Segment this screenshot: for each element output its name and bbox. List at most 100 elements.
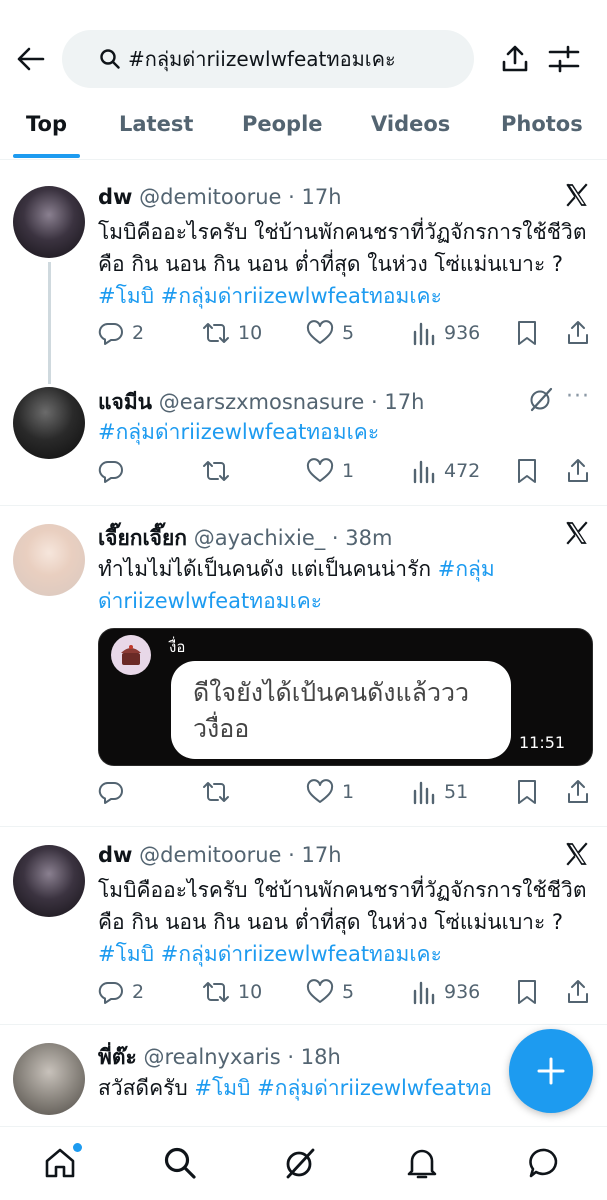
media-timestamp: 11:51 [519, 733, 566, 752]
share-post-button[interactable] [566, 318, 598, 348]
post-time: 17h [384, 390, 425, 414]
hashtag-link[interactable]: #กลุ่มด่าriizewlwfeatทอมเคะ [161, 284, 442, 308]
bookmark-icon [518, 980, 536, 1004]
post-time: 17h [301, 843, 342, 867]
post-body: สวัสดีครับ [98, 1076, 188, 1100]
post-header: dw @demitoorue · 17h [98, 843, 342, 867]
hashtag-link[interactable]: #กลุ่มด่าriizewlwfeatทอ [257, 1076, 492, 1100]
hashtag-link[interactable]: #กลุ่มด่าriizewlwfeatทอมเคะ [161, 942, 442, 966]
hashtag-link[interactable]: #โมบิ [194, 1076, 250, 1100]
tab-top[interactable]: Top [26, 112, 67, 136]
views-button[interactable]: 472 [412, 456, 480, 486]
reply-button[interactable] [98, 777, 132, 807]
repost-button[interactable] [202, 777, 238, 807]
compose-post-button[interactable] [509, 1029, 593, 1113]
x-logo-icon [566, 183, 588, 207]
views-button[interactable]: 936 [412, 977, 480, 1007]
tab-people[interactable]: People [242, 112, 323, 136]
share-post-button[interactable] [566, 977, 598, 1007]
avatar[interactable] [13, 1043, 85, 1115]
nav-search[interactable] [162, 1145, 198, 1181]
share-icon[interactable] [498, 42, 532, 76]
post[interactable]: dw @demitoorue · 17h โมบิคืออะไรครับ ใช่… [0, 168, 607, 384]
share-icon [568, 980, 588, 1003]
post-header: เจี๊ยกเจี๊ยก @ayachixie_ · 38m [98, 526, 393, 550]
repost-button[interactable]: 10 [202, 977, 262, 1007]
nav-messages[interactable] [527, 1145, 563, 1181]
reply-icon [98, 781, 123, 804]
nav-home[interactable] [42, 1143, 82, 1181]
hashtag-link[interactable]: #โมบิ [98, 942, 154, 966]
media-image[interactable]: งื่อ ดีใจยังได้เป้นคนดังแล้ววววงื่ออ 11:… [98, 628, 593, 766]
bookmark-button[interactable] [516, 977, 546, 1007]
like-button[interactable]: 5 [306, 318, 354, 348]
tab-photos[interactable]: Photos [501, 112, 583, 136]
post[interactable]: dw @demitoorue · 17h โมบิคืออะไรครับ ใช่… [0, 827, 607, 1023]
post-text: ทำไมไม่ได้เป็นคนดัง แต่เป็นคนน่ารัก #กลุ… [98, 553, 593, 617]
reply-button[interactable]: 2 [98, 318, 144, 348]
like-count: 5 [342, 322, 355, 344]
repost-count: 10 [238, 322, 263, 344]
avatar[interactable] [13, 186, 85, 258]
user-handle[interactable]: @earszxmosnasure [159, 390, 365, 414]
avatar[interactable] [13, 845, 85, 917]
grok-icon[interactable] [528, 386, 554, 412]
post-actions: 1 472 [98, 456, 593, 486]
reply-count: 2 [132, 322, 145, 344]
search-input[interactable]: #กลุ่มด่าriizewlwfeatทอมเคะ [62, 30, 474, 88]
user-handle[interactable]: @demitoorue [139, 843, 281, 867]
bookmark-icon [518, 459, 536, 483]
bookmark-button[interactable] [516, 456, 546, 486]
bookmark-button[interactable] [516, 777, 546, 807]
share-post-button[interactable] [566, 456, 598, 486]
hashtag-link[interactable]: #โมบิ [98, 284, 154, 308]
tab-videos[interactable]: Videos [371, 112, 450, 136]
tab-latest[interactable]: Latest [119, 112, 193, 136]
view-count: 472 [444, 460, 481, 482]
nav-grok[interactable] [282, 1145, 318, 1181]
view-count: 51 [444, 781, 469, 803]
post[interactable]: เจี๊ยกเจี๊ยก @ayachixie_ · 38m ทำไมไม่ได… [0, 506, 607, 826]
avatar[interactable] [13, 387, 85, 459]
bookmark-icon [518, 321, 536, 345]
display-name[interactable]: เจี๊ยกเจี๊ยก [98, 526, 187, 550]
x-logo-icon [566, 521, 588, 545]
repost-button[interactable] [202, 456, 238, 486]
reply-icon [98, 322, 123, 345]
hashtag-link[interactable]: #กลุ่ม [438, 557, 495, 581]
hashtag-link[interactable]: ด่าriizewlwfeatทอมเคะ [98, 589, 322, 613]
nav-notifications[interactable] [404, 1145, 440, 1181]
post[interactable]: แจมีน @earszxmosnasure · 17h ··· #กลุ่มด… [0, 370, 607, 504]
repost-icon [203, 982, 229, 1002]
user-handle[interactable]: @ayachixie_ [194, 526, 326, 550]
x-logo-icon [566, 842, 588, 866]
post-time: 17h [301, 185, 342, 209]
hashtag-link[interactable]: #กลุ่มด่าriizewlwfeatทอมเคะ [98, 420, 379, 444]
views-chart-icon [413, 460, 435, 484]
display-name[interactable]: พี่ต๊ะ [98, 1045, 137, 1069]
view-count: 936 [444, 322, 481, 344]
filter-sliders-icon[interactable] [546, 42, 582, 76]
more-options-icon[interactable]: ··· [566, 384, 590, 409]
heart-icon [306, 320, 334, 344]
display-name[interactable]: dw [98, 843, 132, 867]
reply-button[interactable]: 2 [98, 977, 144, 1007]
user-handle[interactable]: @realnyxaris [143, 1045, 280, 1069]
like-button[interactable]: 5 [306, 977, 354, 1007]
avatar[interactable] [13, 524, 85, 596]
like-button[interactable]: 1 [306, 456, 354, 486]
share-post-button[interactable] [566, 777, 598, 807]
user-handle[interactable]: @demitoorue [139, 185, 281, 209]
reply-button[interactable] [98, 456, 132, 486]
display-name[interactable]: แจมีน [98, 390, 152, 414]
display-name[interactable]: dw [98, 185, 132, 209]
bookmark-button[interactable] [516, 318, 546, 348]
grok-icon [286, 1148, 315, 1179]
views-button[interactable]: 51 [412, 777, 468, 807]
views-button[interactable]: 936 [412, 318, 480, 348]
back-arrow-icon[interactable] [14, 42, 48, 76]
like-button[interactable]: 1 [306, 777, 354, 807]
repost-icon [203, 461, 229, 481]
repost-button[interactable]: 10 [202, 318, 262, 348]
heart-icon [306, 979, 334, 1003]
